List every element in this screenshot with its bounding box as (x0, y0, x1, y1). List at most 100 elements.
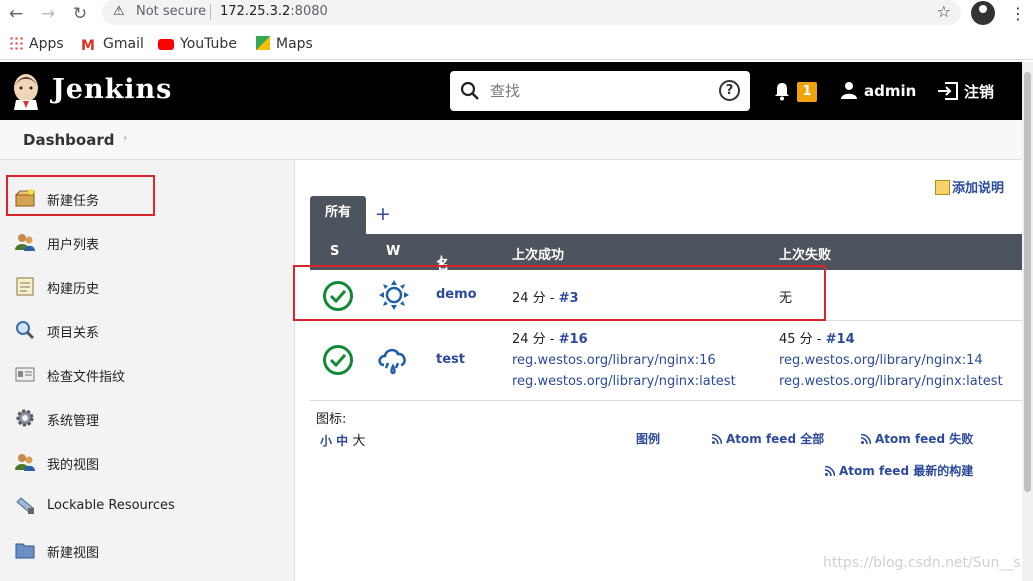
icon-size-label: 图标: (316, 412, 347, 427)
table-footer: 图标: 小 中 大 图例 Atom feed 全部 Atom feed 失败 A… (310, 402, 1022, 482)
page-scrollbar[interactable] (1022, 62, 1033, 581)
image-tag-link[interactable]: reg.westos.org/library/nginx:16 (512, 353, 716, 368)
profile-icon[interactable] (971, 1, 995, 25)
address-separator (210, 4, 211, 20)
not-secure-label[interactable]: Not secure (136, 4, 206, 19)
task-label: 系统管理 (47, 414, 100, 429)
search-icon (460, 81, 479, 100)
bell-icon[interactable] (772, 81, 792, 101)
weather-rain-icon[interactable] (376, 343, 410, 377)
annotation-box-demo-row (293, 265, 826, 321)
task-label: 我的视图 (47, 458, 100, 473)
jenkins-header: Jenkins ? 1 admin 注销 (0, 62, 1022, 120)
user-icon (15, 454, 35, 471)
url-port: :8080 (290, 4, 328, 19)
notepad-icon (16, 277, 34, 296)
job-row-test: test 24 分 - #16 reg.westos.org/library/n… (310, 321, 1022, 401)
fingerprint-icon (15, 367, 35, 382)
column-last-failure[interactable]: 上次失败 (779, 244, 831, 263)
scrollbar-thumb[interactable] (1024, 72, 1031, 492)
build-link[interactable]: #14 (826, 332, 855, 347)
jenkins-logo-text[interactable]: Jenkins (52, 74, 172, 105)
apps-grid-icon (9, 36, 23, 50)
feed-label: Atom feed 全部 (726, 432, 825, 446)
bookmark-maps[interactable]: Maps (256, 36, 313, 54)
task-label: 项目关系 (47, 326, 100, 341)
tab-all[interactable]: 所有 (310, 196, 366, 234)
task-label: 检查文件指纹 (47, 370, 126, 385)
browser-toolbar: ← → ↻ ⚠ Not secure 172.25.3.2:8080 ☆ ⋮ (0, 0, 1033, 28)
youtube-icon (158, 39, 174, 50)
icon-size-small[interactable]: 小 (320, 434, 332, 448)
icon-size-options: 小 中 大 (320, 430, 365, 449)
url-text[interactable]: 172.25.3.2:8080 (220, 4, 328, 19)
watermark: https://blog.csdn.net/Sun__s (823, 555, 1021, 571)
bookmark-apps[interactable]: Apps (9, 36, 64, 54)
add-view-button[interactable]: + (375, 203, 391, 225)
folder-icon (15, 543, 35, 559)
image-tag-link[interactable]: reg.westos.org/library/nginx:14 (779, 353, 983, 368)
address-bar[interactable]: ⚠ Not secure 172.25.3.2:8080 ☆ (102, 0, 961, 25)
user-menu[interactable]: admin (840, 81, 916, 100)
gmail-icon: M (81, 38, 95, 54)
search-box: ? (450, 71, 750, 111)
reload-icon[interactable]: ↻ (70, 4, 90, 24)
image-tag-link[interactable]: reg.westos.org/library/nginx:latest (512, 374, 736, 389)
task-label: 用户列表 (47, 238, 100, 253)
add-description-label: 添加说明 (952, 181, 1005, 196)
column-last-success[interactable]: 上次成功 (512, 244, 564, 263)
column-status[interactable]: S (330, 244, 339, 259)
bookmark-gmail[interactable]: M Gmail (81, 36, 144, 54)
breadcrumb-dashboard[interactable]: Dashboard (23, 131, 114, 149)
feed-all-link[interactable]: Atom feed 全部 (712, 430, 824, 447)
users-icon (15, 234, 35, 251)
warning-icon[interactable]: ⚠ (113, 4, 125, 19)
bookmarks-bar: Apps M Gmail YouTube Maps (0, 30, 1033, 60)
task-label: Lockable Resources (47, 498, 175, 513)
lock-resource-icon (16, 497, 34, 514)
bookmark-label: YouTube (180, 36, 237, 52)
task-label: 新建视图 (47, 546, 100, 561)
bookmark-label: Apps (29, 36, 64, 52)
chevron-right-icon[interactable]: › (123, 131, 127, 144)
back-icon[interactable]: ← (6, 4, 26, 24)
side-panel (0, 160, 294, 581)
notification-badge[interactable]: 1 (797, 82, 817, 102)
rss-icon (825, 466, 835, 476)
breadcrumb: Dashboard › (0, 120, 1022, 160)
last-success-cell: 24 分 - #16 reg.westos.org/library/nginx:… (512, 329, 736, 392)
rss-icon (861, 434, 871, 444)
logout-label: 注销 (964, 83, 995, 101)
last-failure-time: 45 分 - (779, 332, 826, 347)
bookmark-youtube[interactable]: YouTube (158, 36, 237, 54)
last-success-time: 24 分 - (512, 332, 559, 347)
task-label: 构建历史 (47, 282, 100, 297)
logout-icon (938, 82, 958, 100)
bookmark-star-icon[interactable]: ☆ (937, 2, 951, 21)
help-icon[interactable]: ? (719, 80, 740, 101)
edit-note-icon (935, 180, 950, 195)
success-status-icon[interactable] (322, 344, 354, 376)
annotation-box-new-item (6, 175, 155, 216)
build-link[interactable]: #16 (559, 332, 588, 347)
legend-link[interactable]: 图例 (636, 430, 660, 447)
url-host: 172.25.3.2 (220, 4, 291, 19)
image-tag-link[interactable]: reg.westos.org/library/nginx:latest (779, 374, 1003, 389)
icon-size-medium[interactable]: 中 (336, 434, 348, 448)
job-link-test[interactable]: test (436, 352, 465, 367)
menu-icon[interactable]: ⋮ (1010, 4, 1026, 23)
feed-label: Atom feed 失败 (875, 432, 974, 446)
bookmark-label: Gmail (103, 36, 144, 52)
icon-size-large: 大 (352, 434, 366, 449)
add-description-link[interactable]: 添加说明 (935, 177, 1004, 196)
user-name: admin (864, 82, 917, 100)
logout-link[interactable]: 注销 (937, 81, 994, 102)
jenkins-logo-icon[interactable] (10, 70, 42, 110)
maps-icon (256, 36, 270, 50)
feed-failed-link[interactable]: Atom feed 失败 (861, 430, 973, 447)
forward-icon[interactable]: → (38, 4, 58, 24)
feed-latest-link[interactable]: Atom feed 最新的构建 (825, 462, 973, 479)
search-input[interactable] (490, 79, 710, 103)
column-weather[interactable]: W (386, 244, 400, 259)
rss-icon (712, 434, 722, 444)
